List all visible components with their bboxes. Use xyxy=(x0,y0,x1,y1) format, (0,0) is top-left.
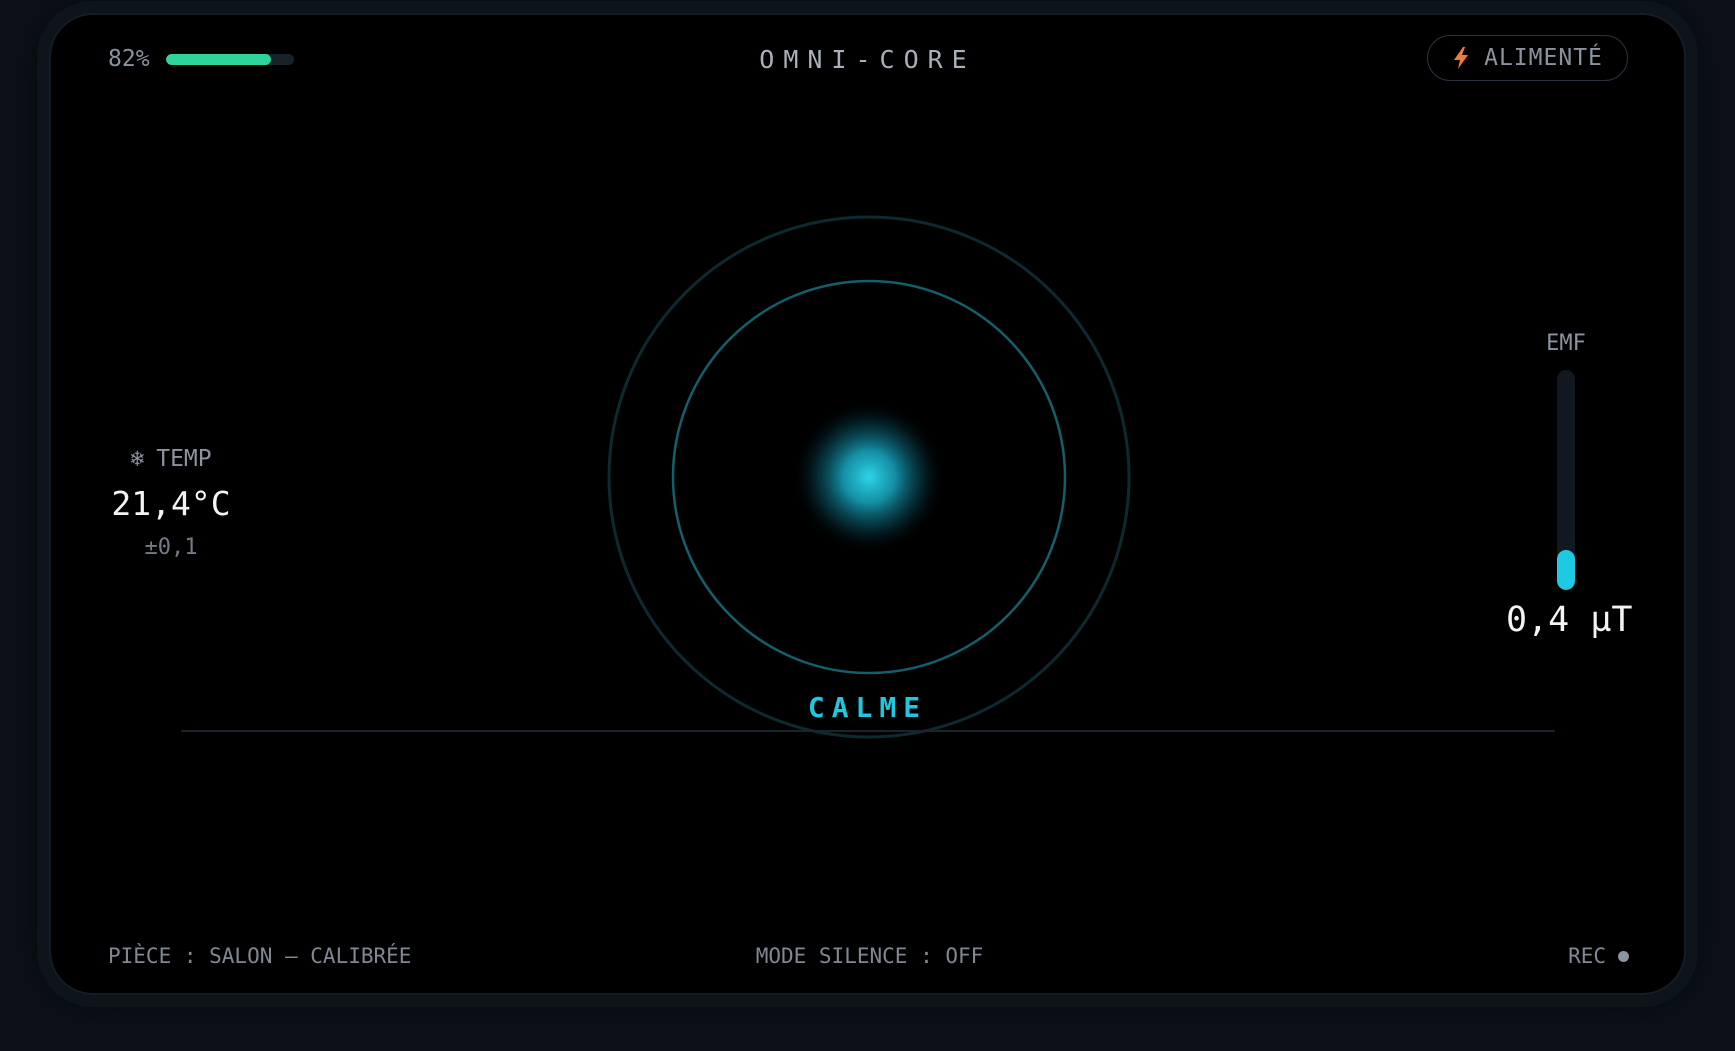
temperature-tolerance: ±0,1 xyxy=(144,535,198,560)
lightning-bolt-icon xyxy=(1454,47,1469,69)
rec-dot-icon xyxy=(1618,950,1629,962)
power-status-label: ALIMENTÉ xyxy=(1484,45,1603,71)
temperature-header: ❄ TEMP xyxy=(106,446,236,472)
radar-display xyxy=(181,215,1555,739)
emf-gauge-fill xyxy=(1557,550,1575,590)
emf-value: 0,4 µT xyxy=(1506,600,1633,640)
temperature-label: TEMP xyxy=(156,446,212,472)
emf-label: EMF xyxy=(1546,331,1586,356)
temperature-readout: ❄ TEMP 21,4°C ±0,1 xyxy=(106,446,236,560)
silent-mode-status[interactable]: MODE SILENCE : OFF xyxy=(51,944,1688,968)
radar-state-label: CALME xyxy=(807,691,928,724)
snowflake-icon: ❄ xyxy=(130,446,145,472)
rec-label: REC xyxy=(1568,944,1606,968)
device-panel: 82% OMNI-CORE ALIMENTÉ ❄ TEMP 21,4°C ±0,… xyxy=(49,13,1686,995)
emf-readout: EMF 0,4 µT xyxy=(1506,331,1633,640)
emf-gauge xyxy=(1557,370,1575,590)
power-status-badge[interactable]: ALIMENTÉ xyxy=(1427,35,1628,81)
radar-core-glow xyxy=(795,403,943,551)
record-indicator[interactable]: REC xyxy=(1568,944,1629,968)
temperature-value: 21,4°C xyxy=(111,484,231,523)
